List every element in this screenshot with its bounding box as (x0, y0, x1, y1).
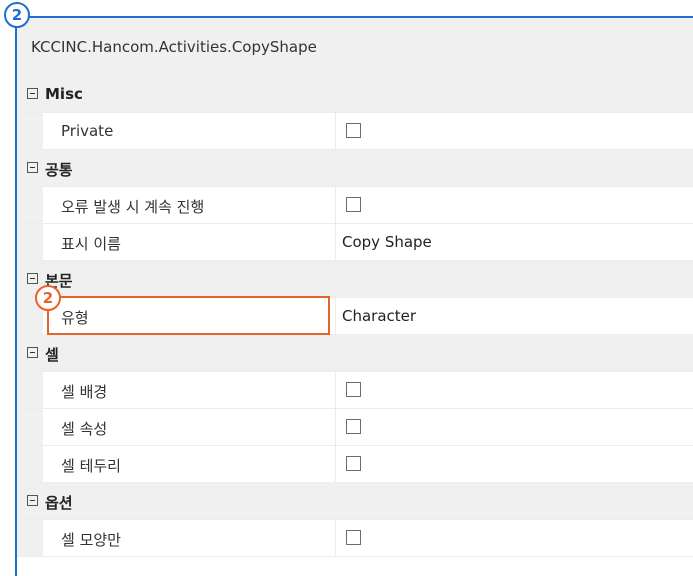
property-name: Private (61, 122, 114, 140)
activity-type-name: KCCINC.Hancom.Activities.CopyShape (31, 38, 317, 56)
property-name: 오류 발생 시 계속 진행 (61, 198, 205, 216)
category-common[interactable]: 공통 (17, 150, 693, 187)
display-name-value[interactable]: Copy Shape (342, 233, 432, 251)
category-body[interactable]: 본문 (17, 261, 693, 298)
property-row-cell-attributes[interactable]: 셀 속성 (17, 409, 693, 446)
private-checkbox[interactable] (346, 123, 361, 138)
type-value[interactable]: Character (342, 307, 416, 325)
property-grid: KCCINC.Hancom.Activities.CopyShape Misc … (15, 16, 693, 576)
property-row-cell-background[interactable]: 셀 배경 (17, 372, 693, 409)
collapse-icon[interactable] (27, 88, 38, 99)
property-row-cell-shape-only[interactable]: 셀 모양만 (17, 520, 693, 557)
property-name: 셀 배경 (61, 383, 108, 401)
category-label: 옵션 (45, 494, 73, 512)
category-options[interactable]: 옵션 (17, 483, 693, 520)
category-label: 공통 (45, 161, 73, 179)
property-name: 셀 속성 (61, 420, 108, 438)
cell-background-checkbox[interactable] (346, 382, 361, 397)
property-row-display-name[interactable]: 표시 이름 Copy Shape (17, 224, 693, 261)
collapse-icon[interactable] (27, 495, 38, 506)
type-highlight-box (47, 296, 330, 335)
collapse-icon[interactable] (27, 162, 38, 173)
cell-attributes-checkbox[interactable] (346, 419, 361, 434)
continue-on-error-checkbox[interactable] (346, 197, 361, 212)
category-label: Misc (45, 85, 83, 103)
category-cell[interactable]: 셀 (17, 335, 693, 372)
property-grid-header: KCCINC.Hancom.Activities.CopyShape (17, 18, 693, 77)
collapse-icon[interactable] (27, 273, 38, 284)
property-row-cell-border[interactable]: 셀 테두리 (17, 446, 693, 483)
annotation-badge-top: 2 (4, 2, 30, 28)
property-row-private[interactable]: Private (17, 113, 693, 150)
property-name: 셀 테두리 (61, 457, 121, 475)
category-label: 셀 (45, 346, 59, 364)
collapse-icon[interactable] (27, 347, 38, 358)
property-row-continue-on-error[interactable]: 오류 발생 시 계속 진행 (17, 187, 693, 224)
property-name: 표시 이름 (61, 235, 121, 253)
cell-border-checkbox[interactable] (346, 456, 361, 471)
annotation-badge-type: 2 (35, 285, 61, 311)
property-name: 셀 모양만 (61, 531, 121, 549)
category-misc[interactable]: Misc (17, 76, 693, 113)
cell-shape-only-checkbox[interactable] (346, 530, 361, 545)
